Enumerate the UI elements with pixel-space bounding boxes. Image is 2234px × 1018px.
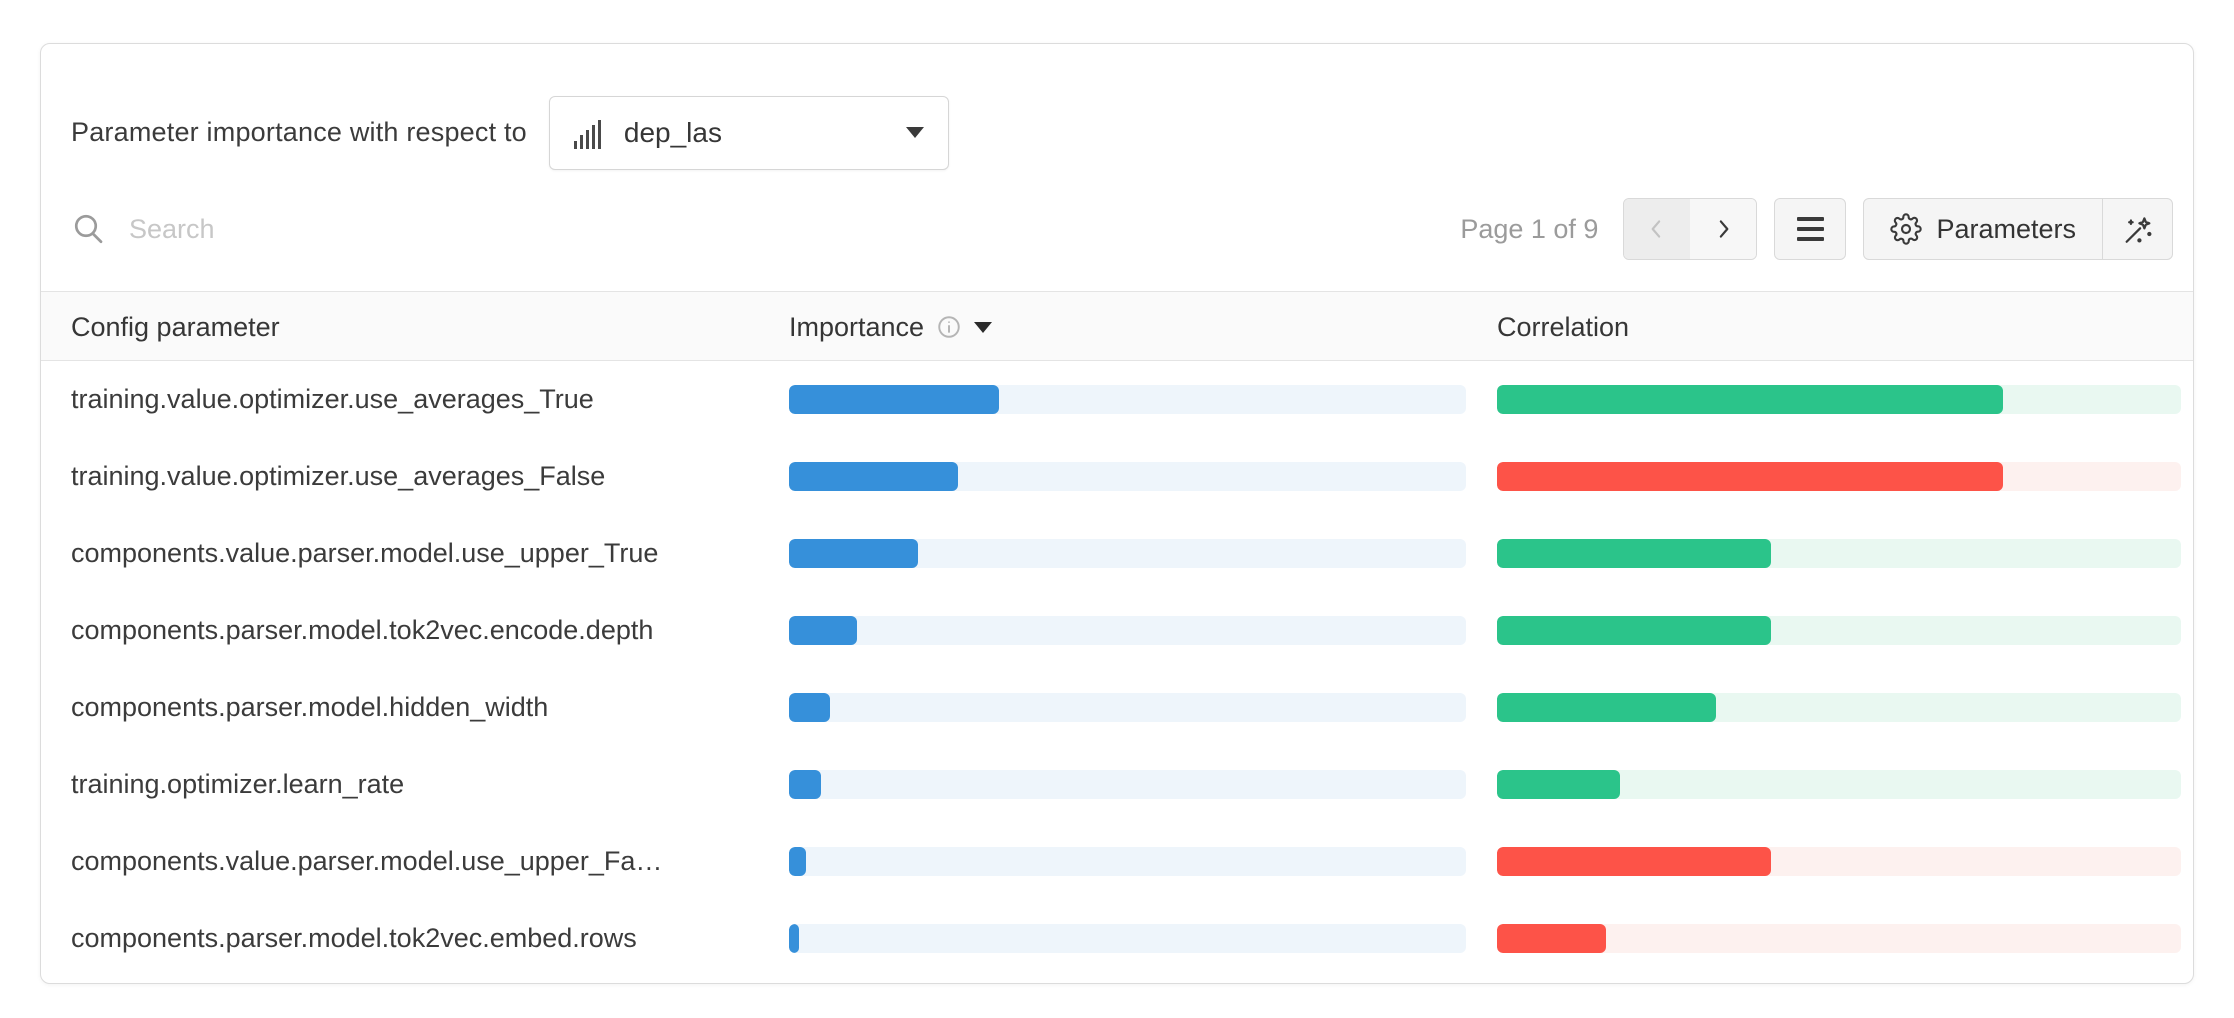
table-row[interactable]: components.parser.model.hidden_width [41,669,2193,746]
search-input[interactable] [129,214,629,245]
correlation-bar-fill [1497,693,1716,722]
magic-wand-icon [2121,212,2155,246]
bar-chart-icon [574,117,608,149]
config-parameter-name: training.optimizer.learn_rate [71,746,404,823]
correlation-bar-fill [1497,770,1620,799]
importance-bar [789,385,1466,414]
table-row[interactable]: components.parser.model.tok2vec.embed.ro… [41,900,2193,977]
table-view-button[interactable] [1774,198,1846,260]
config-parameter-name: components.parser.model.tok2vec.embed.ro… [71,900,637,977]
correlation-bar-fill [1497,539,1771,568]
correlation-bar [1497,924,2181,953]
sort-desc-icon [974,322,992,333]
correlation-bar [1497,770,2181,799]
column-header-config-parameter: Config parameter [71,292,280,362]
info-icon [936,314,962,340]
correlation-bar-fill [1497,847,1771,876]
importance-bar [789,847,1466,876]
toolbar-right-controls: Page 1 of 9 [1460,198,2173,260]
column-header-importance[interactable]: Importance [789,292,992,362]
search-icon [71,211,107,247]
next-page-button[interactable] [1690,199,1756,259]
table-header: Config parameter Importance Correlation [41,291,2193,361]
correlation-bar-fill [1497,385,2003,414]
config-parameter-name: components.parser.model.tok2vec.encode.d… [71,592,653,669]
importance-bar [789,616,1466,645]
column-header-importance-label: Importance [789,312,924,343]
correlation-bar-fill [1497,616,1771,645]
correlation-bar-fill [1497,924,1606,953]
toolbar: Page 1 of 9 [71,198,2173,260]
importance-bar [789,462,1466,491]
metric-selector-dropdown[interactable]: dep_las [549,96,949,170]
importance-bar-fill [789,385,999,414]
importance-bar-fill [789,847,806,876]
importance-bar-fill [789,616,857,645]
correlation-bar [1497,616,2181,645]
column-header-correlation: Correlation [1497,292,1629,362]
table-row[interactable]: components.value.parser.model.use_upper_… [41,515,2193,592]
config-parameter-name: components.value.parser.model.use_upper_… [71,823,662,900]
search-box[interactable] [71,198,629,260]
chevron-right-icon [1710,216,1736,242]
magic-wand-button[interactable] [2102,199,2172,259]
table-row[interactable]: components.parser.model.tok2vec.encode.d… [41,592,2193,669]
importance-bar-fill [789,924,799,953]
importance-bar-fill [789,770,821,799]
importance-bar [789,693,1466,722]
correlation-bar [1497,539,2181,568]
correlation-bar [1497,693,2181,722]
importance-bar-fill [789,693,830,722]
correlation-bar [1497,462,2181,491]
config-parameter-name: components.parser.model.hidden_width [71,669,548,746]
correlation-bar-fill [1497,462,2003,491]
importance-bar-fill [789,539,918,568]
correlation-bar [1497,847,2181,876]
parameters-button-group: Parameters [1863,198,2173,260]
table-row[interactable]: training.value.optimizer.use_averages_Fa… [41,438,2193,515]
panel-title: Parameter importance with respect to [71,117,527,148]
gear-icon [1890,213,1922,245]
importance-bar [789,539,1466,568]
metric-selector-value: dep_las [624,117,722,149]
importance-bar-fill [789,462,958,491]
table-row[interactable]: components.value.parser.model.use_upper_… [41,823,2193,900]
panel-header: Parameter importance with respect to dep… [71,94,2163,171]
parameter-importance-panel: Parameter importance with respect to dep… [40,43,2194,984]
table-row[interactable]: training.optimizer.learn_rate [41,746,2193,823]
importance-bar [789,924,1466,953]
pagination-group [1623,198,1757,260]
correlation-bar [1497,385,2181,414]
chevron-down-icon [906,127,924,138]
table-row[interactable]: training.value.optimizer.use_averages_Tr… [41,361,2193,438]
importance-bar [789,770,1466,799]
list-icon [1797,217,1824,241]
chevron-left-icon [1644,216,1670,242]
parameters-button[interactable]: Parameters [1864,199,2102,259]
table-body: training.value.optimizer.use_averages_Tr… [41,361,2193,977]
config-parameter-name: training.value.optimizer.use_averages_Tr… [71,361,594,438]
config-parameter-name: components.value.parser.model.use_upper_… [71,515,658,592]
parameters-button-label: Parameters [1936,214,2076,245]
prev-page-button[interactable] [1624,199,1690,259]
page-indicator: Page 1 of 9 [1460,214,1598,245]
config-parameter-name: training.value.optimizer.use_averages_Fa… [71,438,605,515]
